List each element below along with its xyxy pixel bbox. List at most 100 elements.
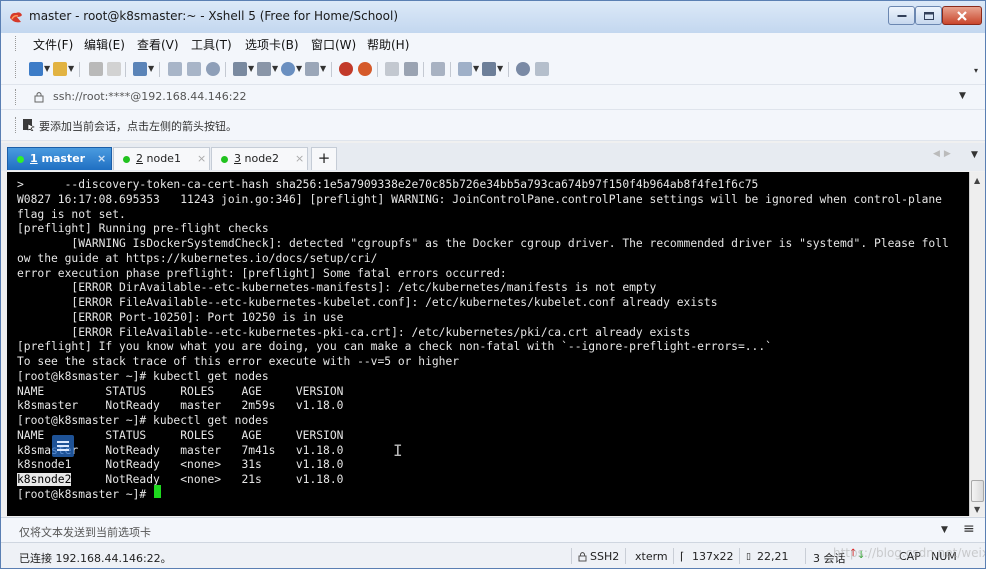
- globe-icon[interactable]: [281, 62, 295, 76]
- minimize-button[interactable]: [888, 6, 915, 25]
- tab-close-icon[interactable]: ×: [295, 152, 304, 165]
- tab-label: 2 node1: [136, 152, 181, 165]
- terminal-view[interactable]: > --discovery-token-ca-cert-hash sha256:…: [7, 172, 969, 516]
- toolbar-overflow-icon[interactable]: ▾: [974, 66, 978, 75]
- tab-scroll-arrows-icon[interactable]: ◀▶: [933, 149, 955, 159]
- connection-status: 已连接 192.168.44.146:22。: [19, 552, 172, 565]
- layout-dropdown-icon[interactable]: ▼: [497, 64, 503, 73]
- terminal-cursor: [154, 485, 161, 498]
- layout-icon[interactable]: [482, 62, 496, 76]
- print-icon[interactable]: [233, 62, 247, 76]
- print-dropdown-icon[interactable]: ▼: [248, 64, 254, 73]
- connected-status-icon: [221, 156, 228, 163]
- tab-list-dropdown-icon[interactable]: ▼: [971, 150, 978, 160]
- address-grip[interactable]: [15, 89, 18, 105]
- toolbar-separator: [423, 62, 424, 77]
- menu-tabs[interactable]: 选项卡(B): [245, 36, 299, 53]
- new-session-icon[interactable]: [29, 62, 43, 76]
- transfer-dropdown-icon[interactable]: ▼: [272, 64, 278, 73]
- tab-node2[interactable]: 3 node2 ×: [211, 147, 308, 170]
- xshell-icon[interactable]: [339, 62, 353, 76]
- scrollbar-thumb[interactable]: [971, 480, 984, 502]
- scroll-down-icon[interactable]: ▼: [974, 505, 980, 514]
- terminal-line: W0827 16:17:08.695353 11243 join.go:346]…: [17, 192, 942, 206]
- menu-view[interactable]: 查看(V): [137, 36, 179, 53]
- menu-edit[interactable]: 编辑(E): [84, 36, 125, 53]
- hint-grip[interactable]: [15, 117, 18, 133]
- toolbar-separator: [508, 62, 509, 77]
- tab-bar: 1 master × 2 node1 × 3 node2 × +: [1, 143, 985, 171]
- plus-icon: +: [317, 149, 331, 167]
- xshell-app-icon: [10, 12, 22, 23]
- title-bar[interactable]: master - root@k8smaster:~ - Xshell 5 (Fr…: [1, 1, 985, 34]
- toolbar-separator: [331, 62, 332, 77]
- menu-window[interactable]: 窗口(W): [311, 36, 356, 53]
- lock-icon: [578, 552, 587, 562]
- address-input[interactable]: ssh://root:****@192.168.44.146:22: [53, 90, 247, 103]
- text-cursor-icon: I: [393, 441, 403, 460]
- open-dropdown-icon[interactable]: ▼: [68, 64, 74, 73]
- maximize-button[interactable]: [915, 6, 942, 25]
- menu-tools[interactable]: 工具(T): [191, 36, 232, 53]
- font-icon[interactable]: [305, 62, 319, 76]
- toolbar-separator: [159, 62, 160, 77]
- tab-master[interactable]: 1 master ×: [7, 147, 112, 170]
- menu-grip[interactable]: [15, 36, 18, 51]
- toolbar-grip[interactable]: [15, 61, 18, 78]
- open-folder-icon[interactable]: [53, 62, 67, 76]
- lock-icon[interactable]: [404, 62, 418, 76]
- maximize-icon: [923, 11, 934, 20]
- find-icon[interactable]: [206, 62, 220, 76]
- menu-help[interactable]: 帮助(H): [367, 36, 409, 53]
- transfer-icon[interactable]: [257, 62, 271, 76]
- new-tab-button[interactable]: +: [311, 147, 337, 170]
- terminal-line: flag is not set.: [17, 207, 126, 221]
- toolbar-separator: [225, 62, 226, 77]
- xshell-window: master - root@k8smaster:~ - Xshell 5 (Fr…: [0, 0, 986, 569]
- tab-close-icon[interactable]: ×: [97, 152, 106, 165]
- fullscreen-icon[interactable]: [385, 62, 399, 76]
- selected-text[interactable]: k8snode2: [17, 473, 72, 486]
- paste-icon[interactable]: [187, 62, 201, 76]
- properties-icon[interactable]: [133, 62, 147, 76]
- globe-dropdown-icon[interactable]: ▼: [296, 64, 302, 73]
- terminal-line: k8smaster NotReady master 7m41s v1.18.0: [17, 443, 344, 457]
- resize-icon: ⌈: [680, 550, 685, 563]
- copy-icon[interactable]: [168, 62, 182, 76]
- compose-bar: 仅将文本发送到当前选项卡 ▼ ≡: [1, 517, 985, 543]
- tab-node1[interactable]: 2 node1 ×: [113, 147, 210, 170]
- help-icon[interactable]: [516, 62, 530, 76]
- new-session-dropdown-icon[interactable]: ▼: [44, 64, 50, 73]
- add-session-arrow-icon[interactable]: [23, 119, 35, 131]
- address-dropdown-icon[interactable]: ▼: [959, 91, 966, 101]
- drag-drop-icon: [52, 435, 74, 457]
- close-button[interactable]: [942, 6, 982, 25]
- toolbar: ▼ ▼ ▼ ▼ ▼ ▼ ▼ ▼ ▼ ▾: [1, 54, 985, 85]
- compose-menu-icon[interactable]: ≡: [963, 521, 975, 537]
- status-separator: [805, 548, 806, 564]
- scroll-up-icon[interactable]: ▲: [974, 176, 980, 185]
- keyboard-icon[interactable]: [431, 62, 445, 76]
- xftp-icon[interactable]: [358, 62, 372, 76]
- status-separator: [571, 548, 572, 564]
- connected-status-icon: [123, 156, 130, 163]
- compose-dropdown-icon[interactable]: ▼: [473, 64, 479, 73]
- terminal-line: [ERROR FileAvailable--etc-kubernetes-kub…: [17, 296, 718, 309]
- cursor-position-status: 22,21: [757, 550, 789, 563]
- send-target-dropdown-icon[interactable]: ▼: [941, 525, 948, 535]
- font-dropdown-icon[interactable]: ▼: [320, 64, 326, 73]
- reconnect-icon[interactable]: [89, 62, 103, 76]
- disconnect-icon[interactable]: [107, 62, 121, 76]
- terminal-line: [ERROR Port-10250]: Port 10250 is in use: [17, 310, 344, 324]
- terminal-scrollbar[interactable]: ▲ ▼: [969, 172, 985, 516]
- tab-label: 3 node2: [234, 152, 279, 165]
- chat-icon[interactable]: [535, 62, 549, 76]
- compose-icon[interactable]: [458, 62, 472, 76]
- toolbar-separator: [79, 62, 80, 77]
- menu-bar: 文件(F) 编辑(E) 查看(V) 工具(T) 选项卡(B) 窗口(W) 帮助(…: [1, 33, 985, 54]
- send-text-input[interactable]: 仅将文本发送到当前选项卡: [19, 524, 151, 540]
- minimize-icon: [897, 14, 906, 17]
- menu-file[interactable]: 文件(F): [33, 36, 73, 53]
- tab-close-icon[interactable]: ×: [197, 152, 206, 165]
- properties-dropdown-icon[interactable]: ▼: [148, 64, 154, 73]
